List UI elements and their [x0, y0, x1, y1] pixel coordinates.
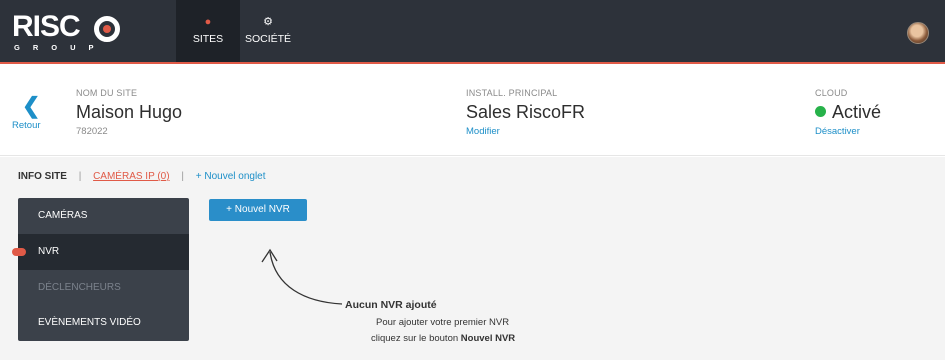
installer-key: INSTALL. PRINCIPAL — [466, 88, 558, 98]
empty-state-title: Aucun NVR ajouté — [345, 299, 437, 311]
risco-logo[interactable]: RISC GROUP — [12, 10, 124, 54]
tab-separator: | — [78, 171, 82, 182]
user-avatar[interactable] — [907, 22, 929, 44]
installer-block: INSTALL. PRINCIPAL Sales RiscoFR Modifie… — [466, 88, 585, 137]
cloud-status: Activé — [815, 102, 881, 123]
cloud-key: CLOUD — [815, 88, 848, 98]
menu-item-cameras[interactable]: CAMÉRAS — [18, 198, 189, 234]
gear-icon: ⚙ — [263, 16, 273, 28]
hint-text: cliquez sur le bouton — [371, 333, 461, 344]
tab-separator: | — [181, 171, 184, 182]
map-marker-icon: ● — [204, 16, 212, 28]
menu-item-nvr[interactable]: NVR — [12, 233, 189, 270]
site-name-key: NOM DU SITE — [76, 88, 138, 98]
logo-text: RISC — [12, 10, 81, 43]
nav-item-label: SOCIÉTÉ — [244, 33, 292, 45]
menu-item-label: EVÈNEMENTS VIDÉO — [38, 317, 141, 329]
menu-item-label: CAMÉRAS — [38, 210, 88, 221]
status-dot-icon — [815, 106, 826, 117]
top-navigation-bar: RISC GROUP ● SITES ⚙ SOCIÉTÉ — [0, 0, 945, 64]
installer-value: Sales RiscoFR — [466, 102, 586, 122]
logo-subtext: GROUP — [14, 43, 107, 52]
site-name-block: NOM DU SITE Maison Hugo 782022 — [76, 88, 182, 137]
curved-arrow-icon — [261, 248, 343, 305]
cloud-block: CLOUD Activé Désactiver — [815, 88, 881, 137]
menu-item-declencheurs: DÉCLENCHEURS — [18, 270, 189, 306]
new-nvr-button[interactable]: + Nouvel NVR — [209, 199, 307, 221]
logo-mark-icon — [94, 16, 120, 42]
empty-state-hint-line2: cliquez sur le bouton Nouvel NVR — [371, 333, 515, 344]
hint-button-name: Nouvel NVR — [460, 333, 516, 344]
camera-side-menu: CAMÉRAS NVR DÉCLENCHEURS EVÈNEMENTS VIDÉ… — [12, 198, 189, 341]
active-marker-icon — [12, 247, 26, 256]
menu-item-evenements-video[interactable]: EVÈNEMENTS VIDÉO — [18, 305, 189, 341]
deactivate-cloud-link[interactable]: Désactiver — [815, 126, 881, 137]
menu-item-label: DÉCLENCHEURS — [38, 281, 121, 293]
nav-item-label: SITES — [192, 33, 224, 45]
tab-bar: INFO SITE | CAMÉRAS IP (0) | + Nouvel on… — [18, 171, 266, 182]
modify-installer-link[interactable]: Modifier — [466, 126, 585, 137]
site-header: ❮ Retour NOM DU SITE Maison Hugo 782022 … — [0, 66, 945, 156]
nav-item-societe[interactable]: ⚙ SOCIÉTÉ — [236, 0, 300, 62]
site-name-value: Maison Hugo — [76, 102, 183, 122]
chevron-left-icon: ❮ — [22, 93, 41, 118]
back-button[interactable]: ❮ Retour — [12, 93, 52, 132]
site-id: 782022 — [76, 126, 108, 137]
new-tab-link[interactable]: + Nouvel onglet — [196, 171, 266, 182]
tab-cameras-ip[interactable]: CAMÉRAS IP (0) — [93, 171, 170, 182]
menu-item-label: NVR — [38, 245, 60, 257]
empty-state-hint-line1: Pour ajouter votre premier NVR — [376, 317, 510, 328]
back-label: Retour — [12, 120, 41, 131]
tab-info-site[interactable]: INFO SITE — [18, 171, 67, 182]
nav-item-sites[interactable]: ● SITES — [176, 0, 240, 62]
cloud-status-text: Activé — [832, 102, 882, 122]
content-area: INFO SITE | CAMÉRAS IP (0) | + Nouvel on… — [0, 157, 945, 360]
